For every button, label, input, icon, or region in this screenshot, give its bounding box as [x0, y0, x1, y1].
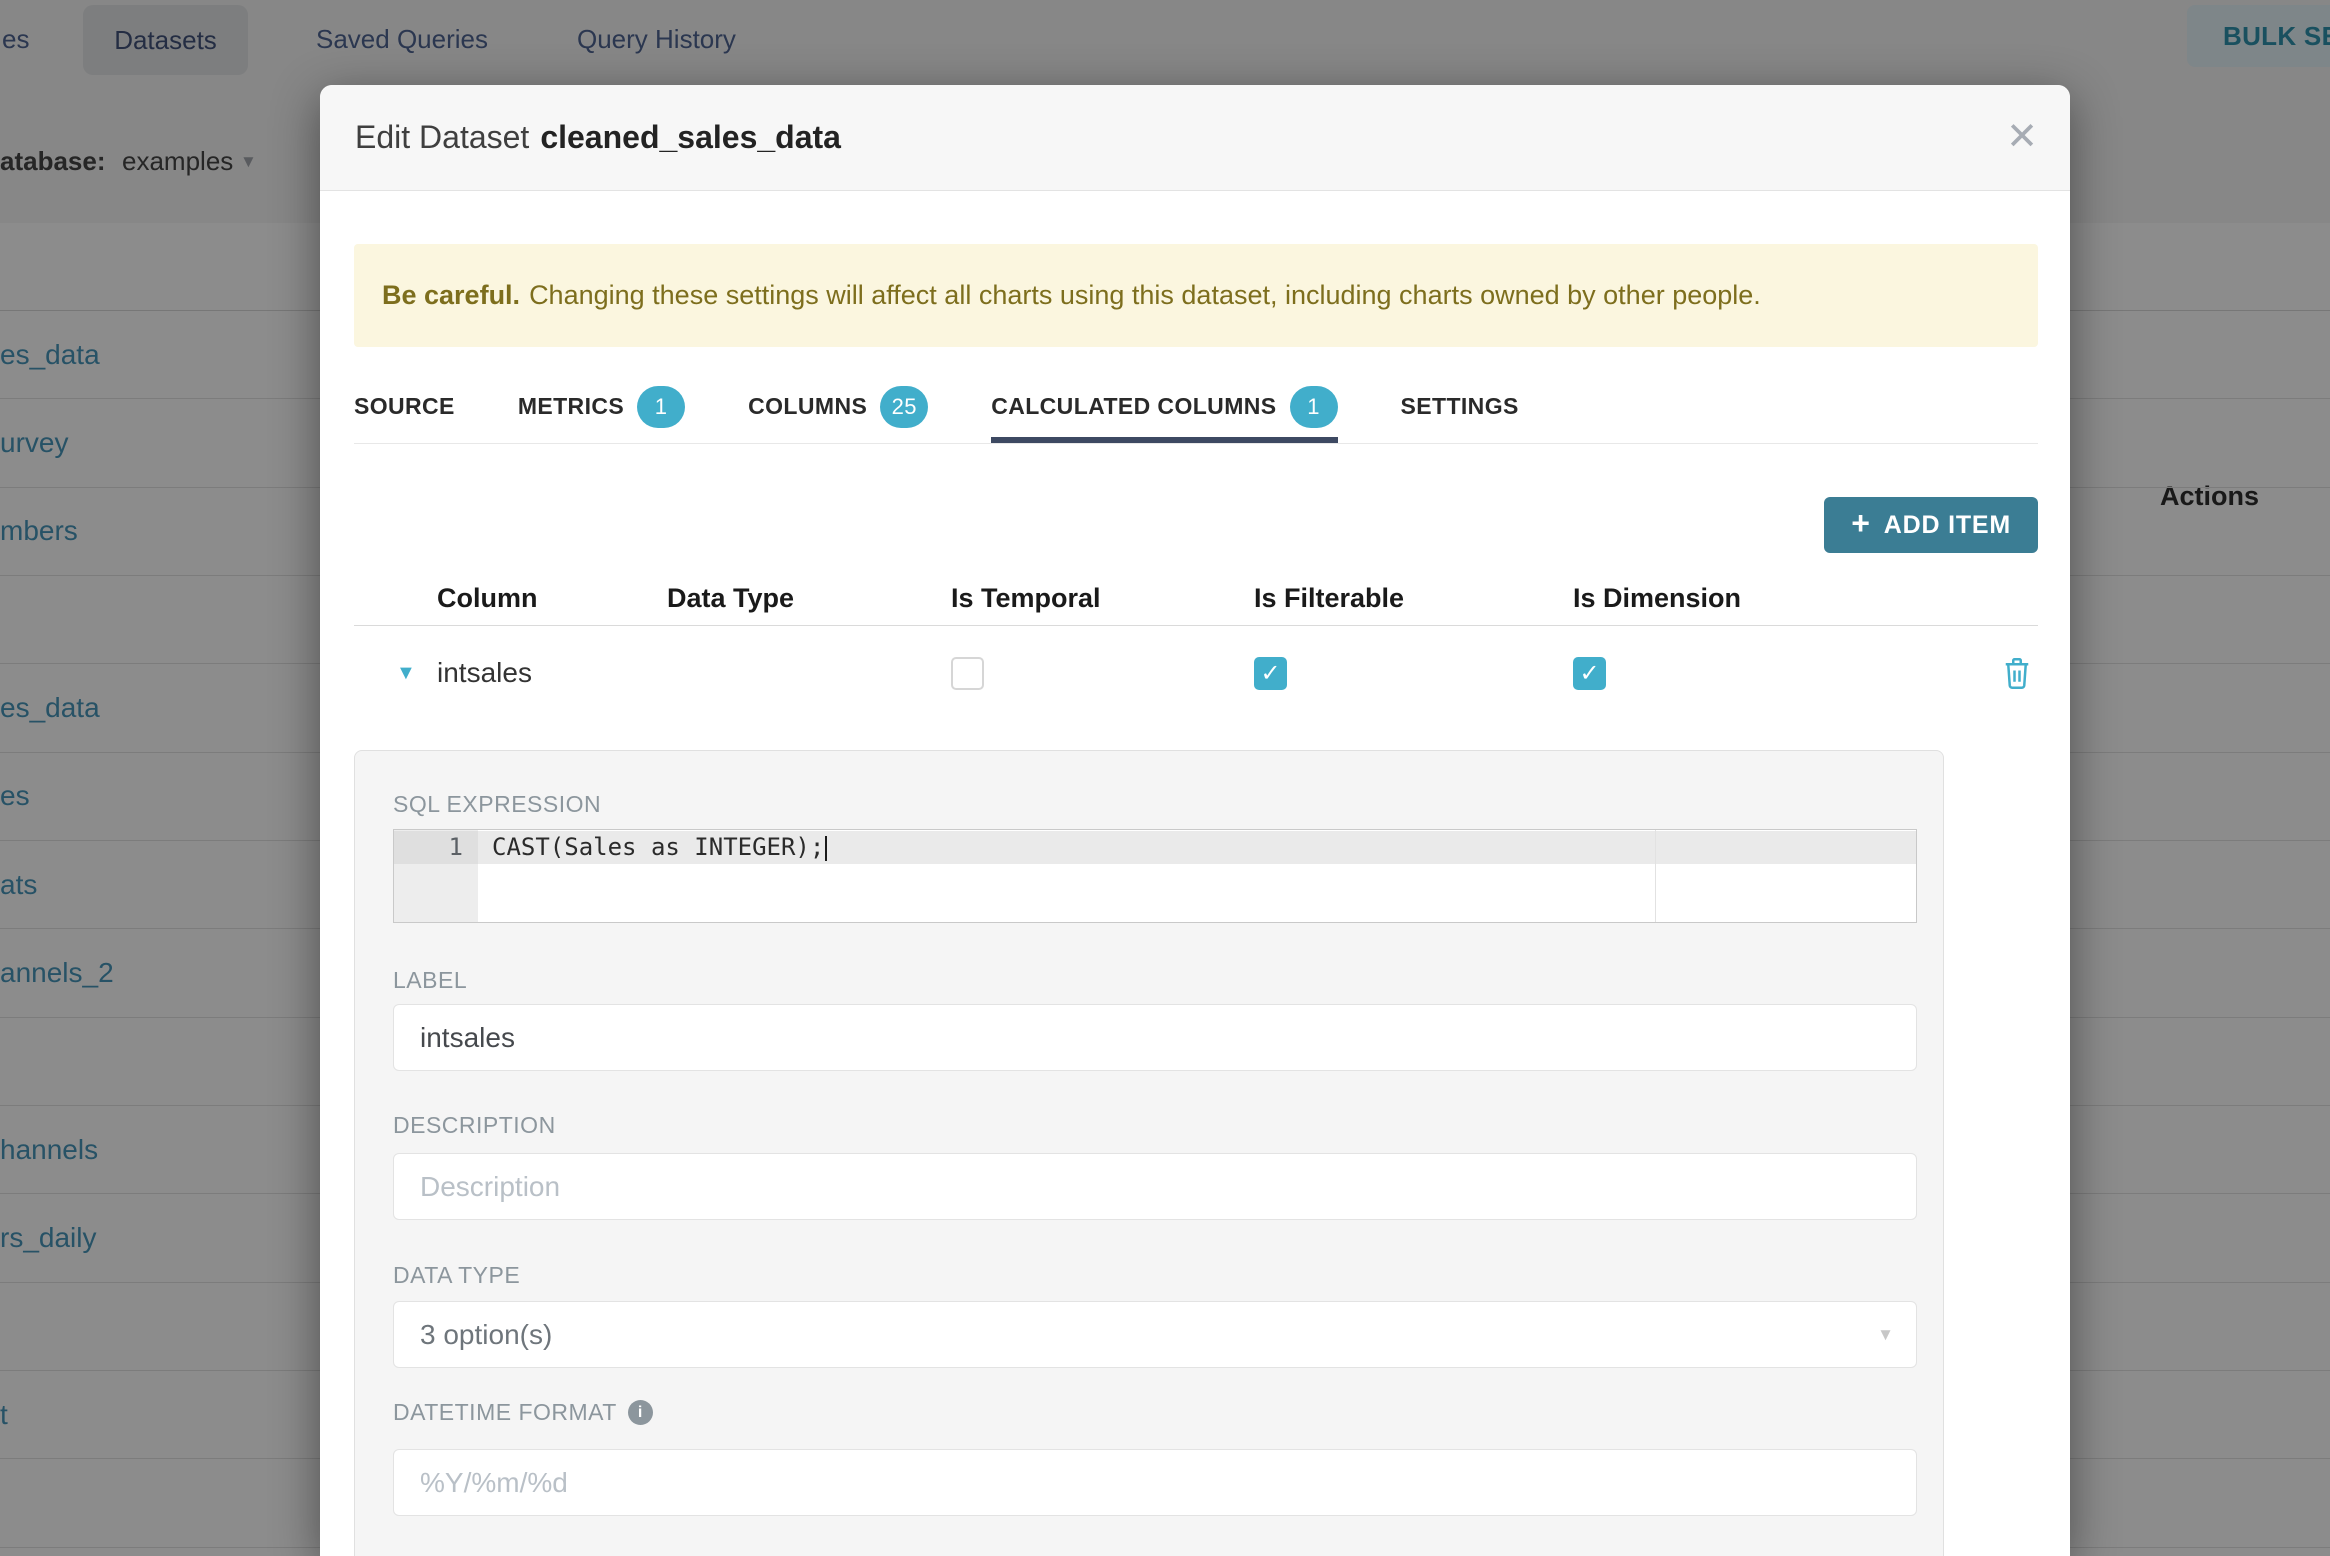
column-header-is-dimension: Is Dimension — [1573, 582, 1742, 613]
column-header-is-filterable: Is Filterable — [1254, 582, 1405, 613]
data-type-field-label: DATA TYPE — [393, 1262, 521, 1288]
tab-columns-label: COLUMNS — [748, 393, 868, 419]
warning-banner: Be careful. Changing these settings will… — [354, 244, 2038, 347]
datetime-format-field-label: DATETIME FORMAT i — [393, 1399, 653, 1426]
tab-columns[interactable]: COLUMNS 25 — [748, 370, 929, 443]
modal-tabbar: SOURCE METRICS 1 COLUMNS 25 CALCULATED C… — [354, 370, 2038, 444]
tab-calculated-columns-label: CALCULATED COLUMNS — [991, 393, 1277, 419]
add-item-label: ADD ITEM — [1883, 510, 2011, 539]
column-name: intsales — [437, 657, 532, 688]
columns-count-badge: 25 — [880, 385, 929, 428]
description-field-label: DESCRIPTION — [393, 1112, 556, 1138]
collapse-caret-icon[interactable]: ▼ — [354, 662, 437, 685]
modal-title-prefix: Edit Dataset — [355, 119, 530, 155]
delete-column-button[interactable] — [2002, 655, 2032, 691]
tab-source-label: SOURCE — [354, 393, 455, 419]
calculated-columns-count-badge: 1 — [1289, 385, 1338, 428]
trash-icon — [2005, 658, 2029, 690]
description-input[interactable] — [393, 1153, 1917, 1220]
editor-print-margin — [1655, 830, 1656, 922]
select-caret-icon: ▼ — [1877, 1325, 1894, 1344]
data-type-select[interactable]: 3 option(s) ▼ — [393, 1301, 1917, 1368]
warning-banner-text: Changing these settings will affect all … — [529, 280, 1761, 310]
label-input[interactable] — [393, 1004, 1917, 1071]
calculated-columns-header-row: Column Data Type Is Temporal Is Filterab… — [354, 571, 2038, 626]
tab-metrics-label: METRICS — [517, 393, 625, 419]
edit-dataset-modal: Edit Dataset cleaned_sales_data ✕ Be car… — [320, 85, 2070, 1556]
column-header-is-temporal: Is Temporal — [951, 582, 1101, 613]
column-header-column: Column — [437, 582, 538, 613]
datetime-format-label-text: DATETIME FORMAT — [393, 1399, 617, 1425]
text-cursor — [825, 835, 828, 861]
is-dimension-checkbox[interactable]: ✓ — [1573, 656, 1606, 690]
modal-title-dataset-name: cleaned_sales_data — [540, 119, 841, 155]
calculated-column-row-intsales: ▼ intsales ✓ ✓ ✓ — [354, 625, 2038, 721]
metrics-count-badge: 1 — [637, 385, 686, 428]
plus-icon: + — [1851, 505, 1871, 541]
sql-code-line: CAST(Sales as INTEGER); — [492, 831, 828, 864]
is-temporal-checkbox[interactable]: ✓ — [951, 656, 984, 690]
datetime-format-input[interactable] — [393, 1449, 1917, 1516]
is-filterable-checkbox[interactable]: ✓ — [1254, 656, 1287, 690]
data-type-select-value: 3 option(s) — [420, 1319, 553, 1350]
close-icon[interactable]: ✕ — [2002, 117, 2042, 157]
modal-header: Edit Dataset cleaned_sales_data — [320, 85, 2070, 191]
column-header-data-type: Data Type — [667, 582, 795, 613]
sql-expression-label: SQL EXPRESSION — [393, 791, 602, 817]
sql-code-text: CAST(Sales as INTEGER); — [492, 833, 825, 861]
tab-metrics[interactable]: METRICS 1 — [517, 370, 686, 443]
tab-source[interactable]: SOURCE — [354, 370, 455, 443]
tab-calculated-columns[interactable]: CALCULATED COLUMNS 1 — [991, 370, 1338, 443]
sql-expression-editor[interactable]: 1 CAST(Sales as INTEGER); — [393, 829, 1917, 923]
label-field-label: LABEL — [393, 967, 468, 993]
tab-settings-label: SETTINGS — [1400, 393, 1519, 419]
screen: es Datasets Saved Queries Query History … — [0, 0, 2330, 1556]
info-icon[interactable]: i — [627, 1400, 653, 1425]
editor-line-number: 1 — [394, 831, 478, 864]
calculated-column-detail-panel: SQL EXPRESSION 1 CAST(Sales as INTEGER);… — [354, 750, 1944, 1556]
add-item-button[interactable]: + ADD ITEM — [1824, 497, 2038, 553]
tab-settings[interactable]: SETTINGS — [1401, 370, 1519, 443]
warning-banner-bold: Be careful. — [382, 280, 521, 310]
